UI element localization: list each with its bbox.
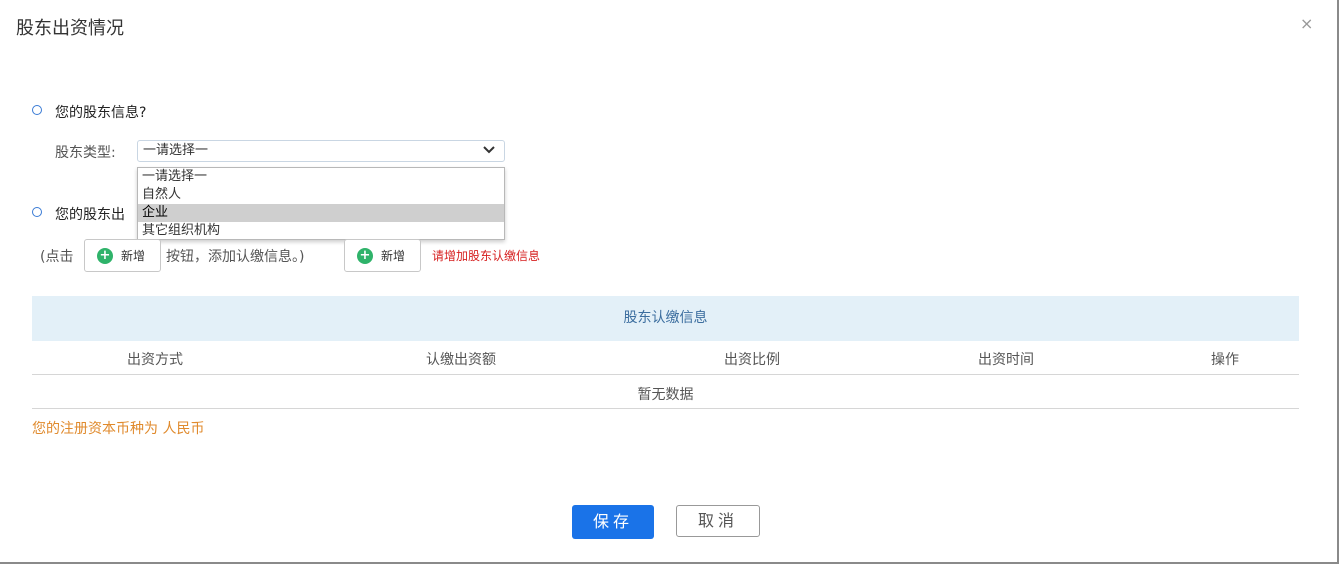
add-subscription-label: 新增 xyxy=(381,249,406,263)
dropdown-option[interactable]: 一请选择一 xyxy=(138,168,504,186)
table-title: 股东认缴信息 xyxy=(32,296,1299,341)
table-divider xyxy=(32,374,1299,375)
column-header-action: 操作 xyxy=(1211,352,1239,368)
warning-message: 请增加股东认缴信息 xyxy=(432,249,541,263)
table-empty-text: 暂无数据 xyxy=(637,387,694,403)
dropdown-option-highlighted[interactable]: 企业 xyxy=(138,204,504,222)
save-button[interactable]: 保存 xyxy=(572,505,654,539)
select-value: 一请选择一 xyxy=(143,143,209,158)
column-header-method: 出资方式 xyxy=(127,352,183,368)
shareholder-type-label: 股东类型: xyxy=(55,145,116,161)
dropdown-option[interactable]: 其它组织机构 xyxy=(138,222,504,240)
column-header-time: 出资时间 xyxy=(978,352,1034,368)
currency-note: 您的注册资本币种为 人民币 xyxy=(32,421,205,437)
table-divider xyxy=(32,408,1299,409)
question-bullet-icon xyxy=(32,105,42,115)
chevron-down-icon xyxy=(483,146,495,154)
hint-prefix: (点击 xyxy=(40,249,74,265)
add-subscription-button[interactable]: + 新增 xyxy=(344,239,421,272)
dropdown-option[interactable]: 自然人 xyxy=(138,186,504,204)
shareholder-contribution-dialog: 股东出资情况 × 您的股东信息? 股东类型: 一请选择一 您的股东出 一请选择一… xyxy=(0,0,1339,564)
shareholder-type-dropdown: 一请选择一 自然人 企业 其它组织机构 xyxy=(137,167,505,240)
plus-icon: + xyxy=(97,247,113,264)
column-header-amount: 认缴出资额 xyxy=(426,352,496,368)
question-contribution-info: 您的股东出 xyxy=(55,207,125,223)
column-header-ratio: 出资比例 xyxy=(724,352,780,368)
shareholder-type-select[interactable]: 一请选择一 xyxy=(137,140,505,162)
question-bullet-icon xyxy=(32,207,42,217)
cancel-button[interactable]: 取消 xyxy=(676,505,760,537)
add-inline-button[interactable]: + 新增 xyxy=(84,239,161,272)
add-inline-label: 新增 xyxy=(121,249,146,263)
close-icon[interactable]: × xyxy=(1300,14,1313,34)
dialog-title: 股东出资情况 xyxy=(16,18,124,39)
plus-icon: + xyxy=(357,247,373,264)
hint-middle: 按钮，添加认缴信息。) xyxy=(166,249,305,265)
question-shareholder-info: 您的股东信息? xyxy=(55,105,147,121)
